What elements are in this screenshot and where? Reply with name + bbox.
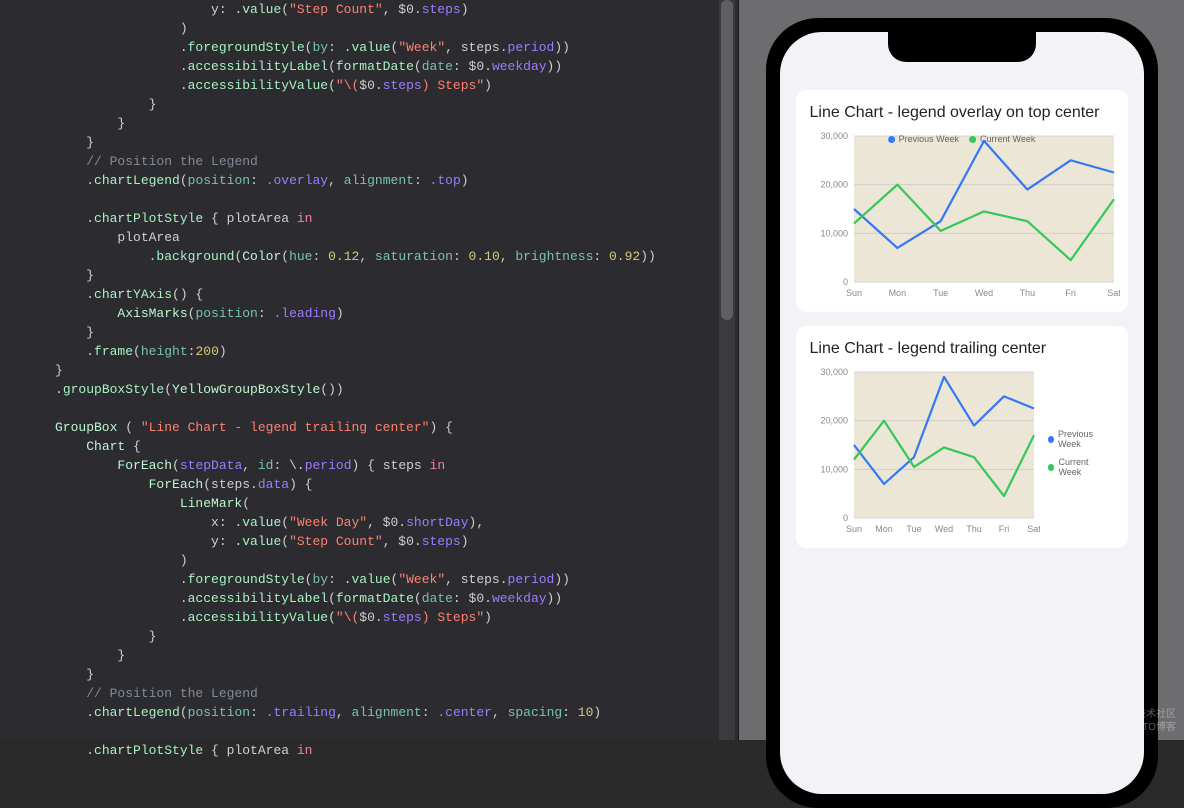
legend-dot-prev-icon	[888, 136, 895, 143]
legend-dot-curr-icon	[969, 136, 976, 143]
svg-text:Fri: Fri	[1065, 288, 1076, 298]
svg-text:Thu: Thu	[966, 524, 982, 534]
chart-title-1: Line Chart - legend overlay on top cente…	[810, 104, 1114, 122]
scrollbar-track[interactable]	[719, 0, 735, 740]
svg-text:Sat: Sat	[1107, 288, 1120, 298]
scrollbar-thumb[interactable]	[721, 0, 733, 320]
svg-text:Mon: Mon	[875, 524, 893, 534]
phone-frame: Line Chart - legend overlay on top cente…	[766, 18, 1158, 808]
legend-trailing-center: Previous Week Current Week	[1040, 368, 1114, 538]
svg-text:Sun: Sun	[845, 288, 861, 298]
phone-screen: Line Chart - legend overlay on top cente…	[780, 32, 1144, 794]
svg-text:Thu: Thu	[1019, 288, 1035, 298]
legend-item-curr-side: Current Week	[1048, 457, 1114, 477]
legend-label-prev: Previous Week	[899, 134, 959, 144]
code-editor[interactable]: y: .value("Step Count", $0.steps) ) .for…	[0, 0, 738, 740]
svg-text:Tue: Tue	[933, 288, 948, 298]
line-chart-2: 0 10,000 20,000 30,000 Sun Mon Tue Wed Thu Fri Sat	[810, 368, 1040, 538]
svg-text:20,000: 20,000	[820, 180, 848, 190]
svg-text:Fri: Fri	[998, 524, 1009, 534]
svg-text:10,000: 10,000	[820, 228, 848, 238]
phone-notch	[888, 32, 1036, 62]
svg-text:20,000: 20,000	[820, 416, 848, 426]
svg-text:Sun: Sun	[845, 524, 861, 534]
chart-area-1: Previous Week Current Week 0 10,000 20,000…	[810, 132, 1114, 302]
svg-text:Wed: Wed	[934, 524, 952, 534]
legend-item-curr: Current Week	[969, 134, 1035, 144]
svg-text:Mon: Mon	[888, 288, 906, 298]
legend-item-prev-side: Previous Week	[1048, 429, 1114, 449]
preview-panel: Line Chart - legend overlay on top cente…	[739, 0, 1184, 740]
legend-top-center: Previous Week Current Week	[888, 134, 1036, 144]
svg-text:10,000: 10,000	[820, 464, 848, 474]
watermark: @稀土掘金技术社区 @51CTO博客	[1086, 708, 1176, 734]
chart-card-bottom: Line Chart - legend trailing center 0 10,…	[796, 326, 1128, 548]
legend-dot-curr-icon	[1048, 464, 1055, 471]
code-content: y: .value("Step Count", $0.steps) ) .for…	[55, 0, 728, 760]
svg-text:Wed: Wed	[974, 288, 992, 298]
legend-label-curr-side: Current Week	[1058, 457, 1113, 477]
chart-title-2: Line Chart - legend trailing center	[810, 340, 1114, 358]
legend-item-prev: Previous Week	[888, 134, 959, 144]
legend-label-curr: Current Week	[980, 134, 1035, 144]
svg-text:30,000: 30,000	[820, 368, 848, 377]
legend-dot-prev-icon	[1048, 436, 1054, 443]
legend-label-prev-side: Previous Week	[1058, 429, 1114, 449]
svg-text:Tue: Tue	[906, 524, 921, 534]
svg-text:0: 0	[842, 513, 847, 523]
svg-text:Sat: Sat	[1027, 524, 1040, 534]
chart-card-top: Line Chart - legend overlay on top cente…	[796, 90, 1128, 312]
svg-text:30,000: 30,000	[820, 132, 848, 141]
svg-text:0: 0	[842, 277, 847, 287]
chart-area-2: 0 10,000 20,000 30,000 Sun Mon Tue Wed Thu Fri Sat	[810, 368, 1040, 538]
line-chart-1: 0 10,000 20,000 30,000 Sun Mon Tue Wed Thu Fri Sat	[810, 132, 1120, 302]
